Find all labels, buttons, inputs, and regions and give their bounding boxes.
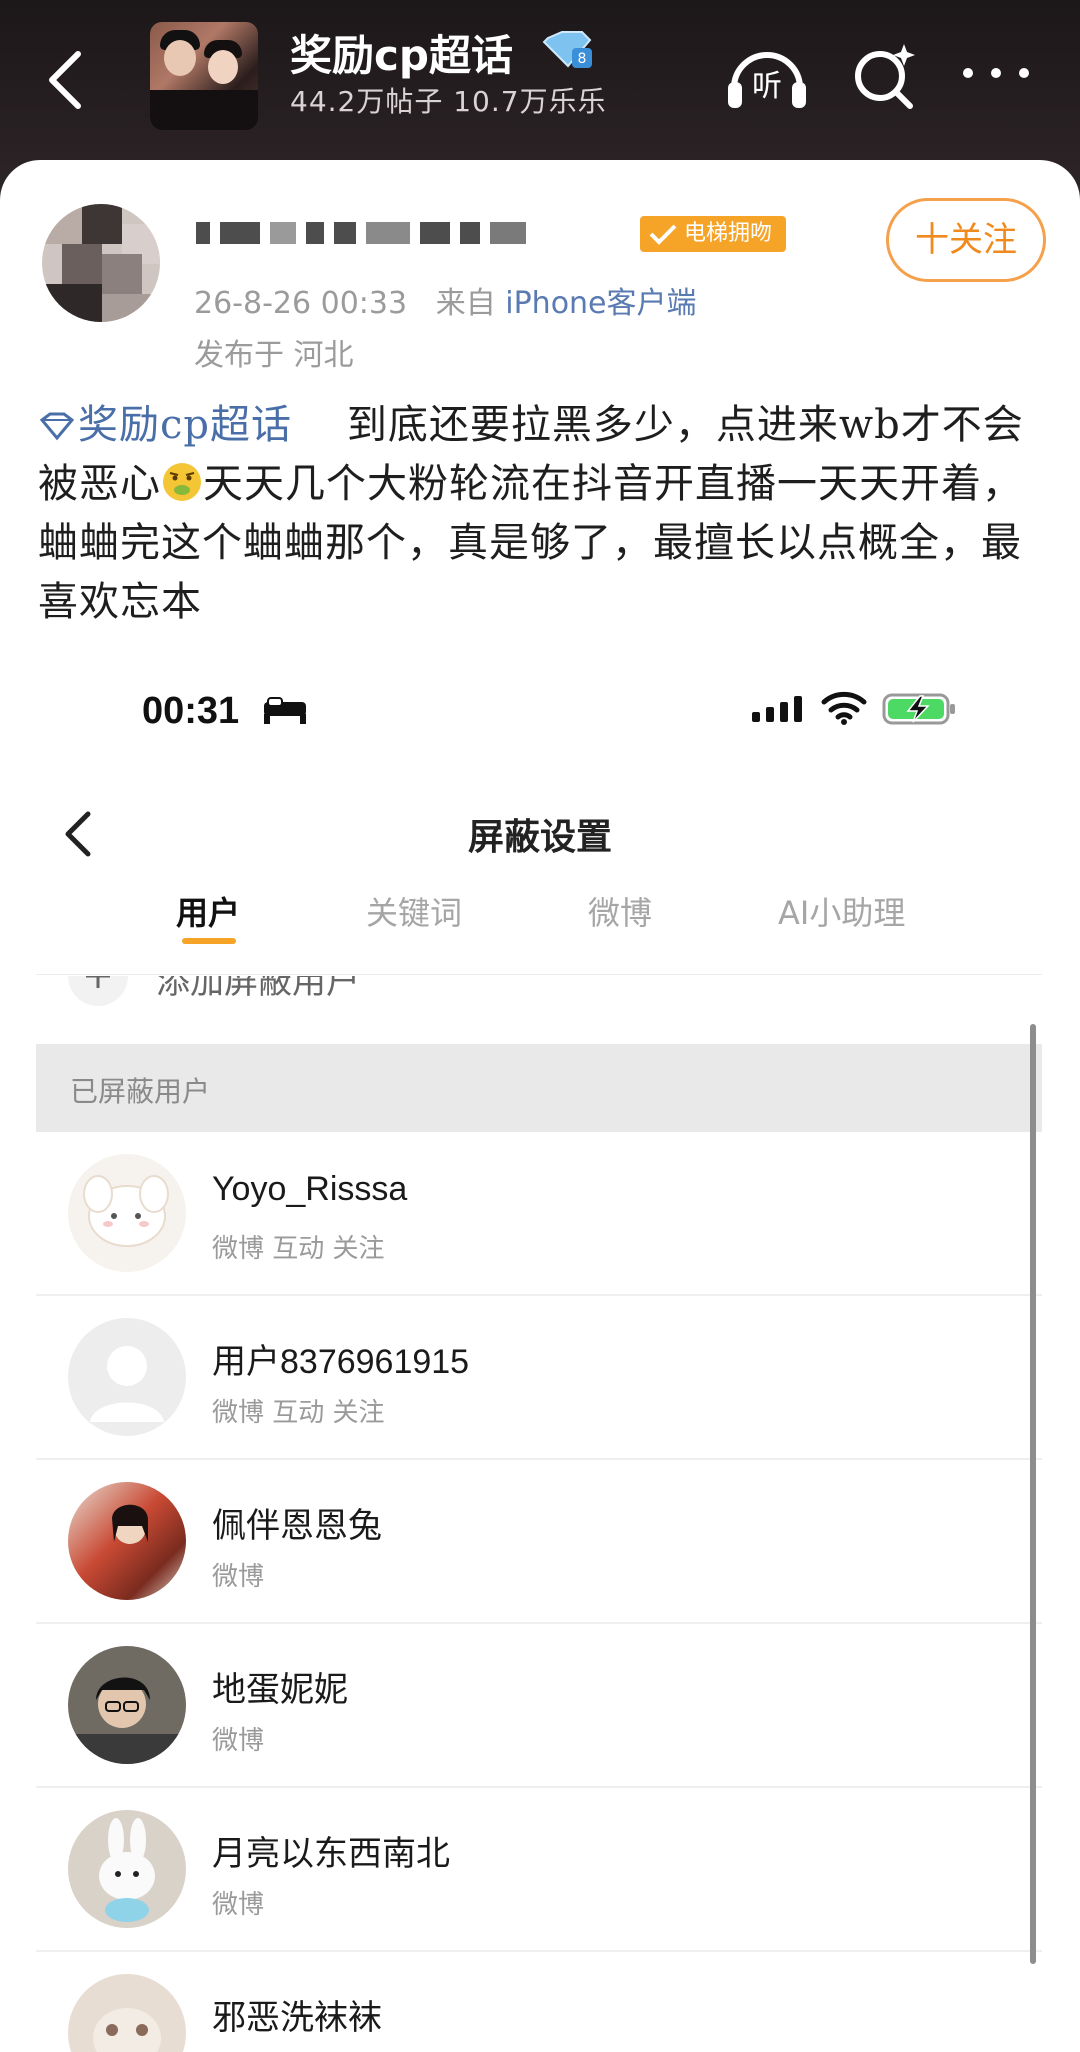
embedded-screenshot: 00:31 屏蔽设置 用户 关键词 微博 AI小助理 添加屏蔽用户 已屏蔽用户 … [0,660,1080,2052]
post-source[interactable]: iPhone客户端 [505,286,696,321]
more-button[interactable] [958,58,1038,88]
search-sparkle-icon [855,44,915,109]
blocked-user-row[interactable]: 用户8376961915 微博 互动 关注 [36,1296,1042,1460]
post-location: 发布于 河北 [194,338,354,373]
battery-charging-icon [882,693,955,725]
verified-diamond-icon: 8 [542,31,592,68]
topic-title[interactable]: 奖励cp超话 [290,22,513,83]
user-name: Yoyo_Risssa [212,1170,408,1208]
avatar[interactable] [68,1646,186,1764]
elevator-tag-label: 电梯拥吻 [684,221,773,246]
status-time: 00:31 [142,690,240,732]
tab-indicator [182,938,236,944]
avatar[interactable] [68,1482,186,1600]
nav-title: 屏蔽设置 [467,817,612,858]
user-tags: 微博 互动 关注 [212,1234,385,1264]
signal-icon [752,696,802,722]
tab-weibo[interactable]: 微博 [588,888,652,934]
blocked-users-list[interactable]: 添加屏蔽用户 已屏蔽用户 Yoyo_Risssa 微博 互动 关注 用户8376… [36,976,1042,2052]
tab-keywords[interactable]: 关键词 [366,888,462,934]
user-name: 邪恶洗袜袜 [212,1999,382,2037]
bed-icon [264,697,306,724]
blocked-user-row[interactable]: 地蛋妮妮 微博 [36,1624,1042,1788]
avatar[interactable] [68,1974,186,2052]
user-name: 佩伴恩恩兔 [212,1507,382,1545]
avatar[interactable] [68,1154,186,1272]
blocked-user-row[interactable]: Yoyo_Risssa 微博 互动 关注 [36,1132,1042,1296]
post-body: 奖励cp超话 到底还要拉黑多少，点进来wb才不会被恶心 天天几个大粉轮流在抖音开直… [38,396,1048,632]
avatar[interactable] [68,1810,186,1928]
scrollbar[interactable] [1030,1024,1036,1964]
topic-stats: 44.2万帖子 10.7万乐乐 [290,85,607,118]
add-blocked-user-row[interactable]: 添加屏蔽用户 [36,976,1042,1020]
listen-button[interactable]: 听 [724,36,810,112]
topic-link[interactable]: 奖励cp超话 [38,402,292,448]
back-arrow-icon [49,51,81,109]
listen-label: 听 [752,69,782,104]
plus-icon [68,976,128,1006]
tab-ai-assistant[interactable]: AI小助理 [778,888,905,934]
blocked-user-row[interactable]: 佩伴恩恩兔 微博 [36,1460,1042,1624]
user-name: 用户8376961915 [212,1343,470,1381]
tabs-divider [36,974,1042,975]
checkmark-icon [649,224,677,245]
headphones-icon: 听 [728,52,806,108]
user-tags: 微博 [212,1726,265,1756]
user-name: 月亮以东西南北 [212,1835,450,1873]
search-button[interactable] [850,36,920,112]
author-avatar[interactable] [42,204,160,322]
user-tags: 微博 互动 关注 [212,1398,385,1428]
svg-text:8: 8 [578,51,587,67]
user-tags: 微博 [212,1890,265,1920]
post-from: 来自 [435,286,496,321]
topic-diamond-icon [39,412,75,441]
back-button[interactable] [38,42,98,112]
topic-thumbnail[interactable] [150,22,258,130]
author-name-redacted[interactable] [196,222,616,256]
follow-button[interactable]: 十关注 [886,198,1046,282]
blocked-user-row[interactable]: 月亮以东西南北 微博 [36,1788,1042,1952]
user-name: 地蛋妮妮 [212,1671,348,1709]
blocked-user-row[interactable]: 邪恶洗袜袜 [36,1952,1042,2052]
elevator-tag: 电梯拥吻 [640,216,787,252]
topic-link-label: 奖励cp超话 [78,402,293,448]
user-tags: 微博 [212,1562,265,1592]
topic-header: 奖励cp超话 8 44.2万帖子 10.7万乐乐 听 [0,0,1080,170]
more-dots-icon [963,68,1029,78]
post-card: 电梯拥吻 十关注 26-8-26 00:33 来自 iPhone客户端 发布于 … [0,160,1080,2052]
wifi-icon [821,691,867,725]
section-header: 已屏蔽用户 [36,1044,1042,1132]
nauseated-emoji-icon [163,463,201,501]
add-blocked-user-label: 添加屏蔽用户 [156,976,360,1002]
avatar[interactable] [68,1318,186,1436]
post-meta: 26-8-26 00:33 来自 iPhone客户端 [194,278,697,322]
tab-users[interactable]: 用户 [176,888,240,934]
section-header-label: 已屏蔽用户 [70,1075,211,1108]
post-time: 26-8-26 00:33 [194,286,408,321]
